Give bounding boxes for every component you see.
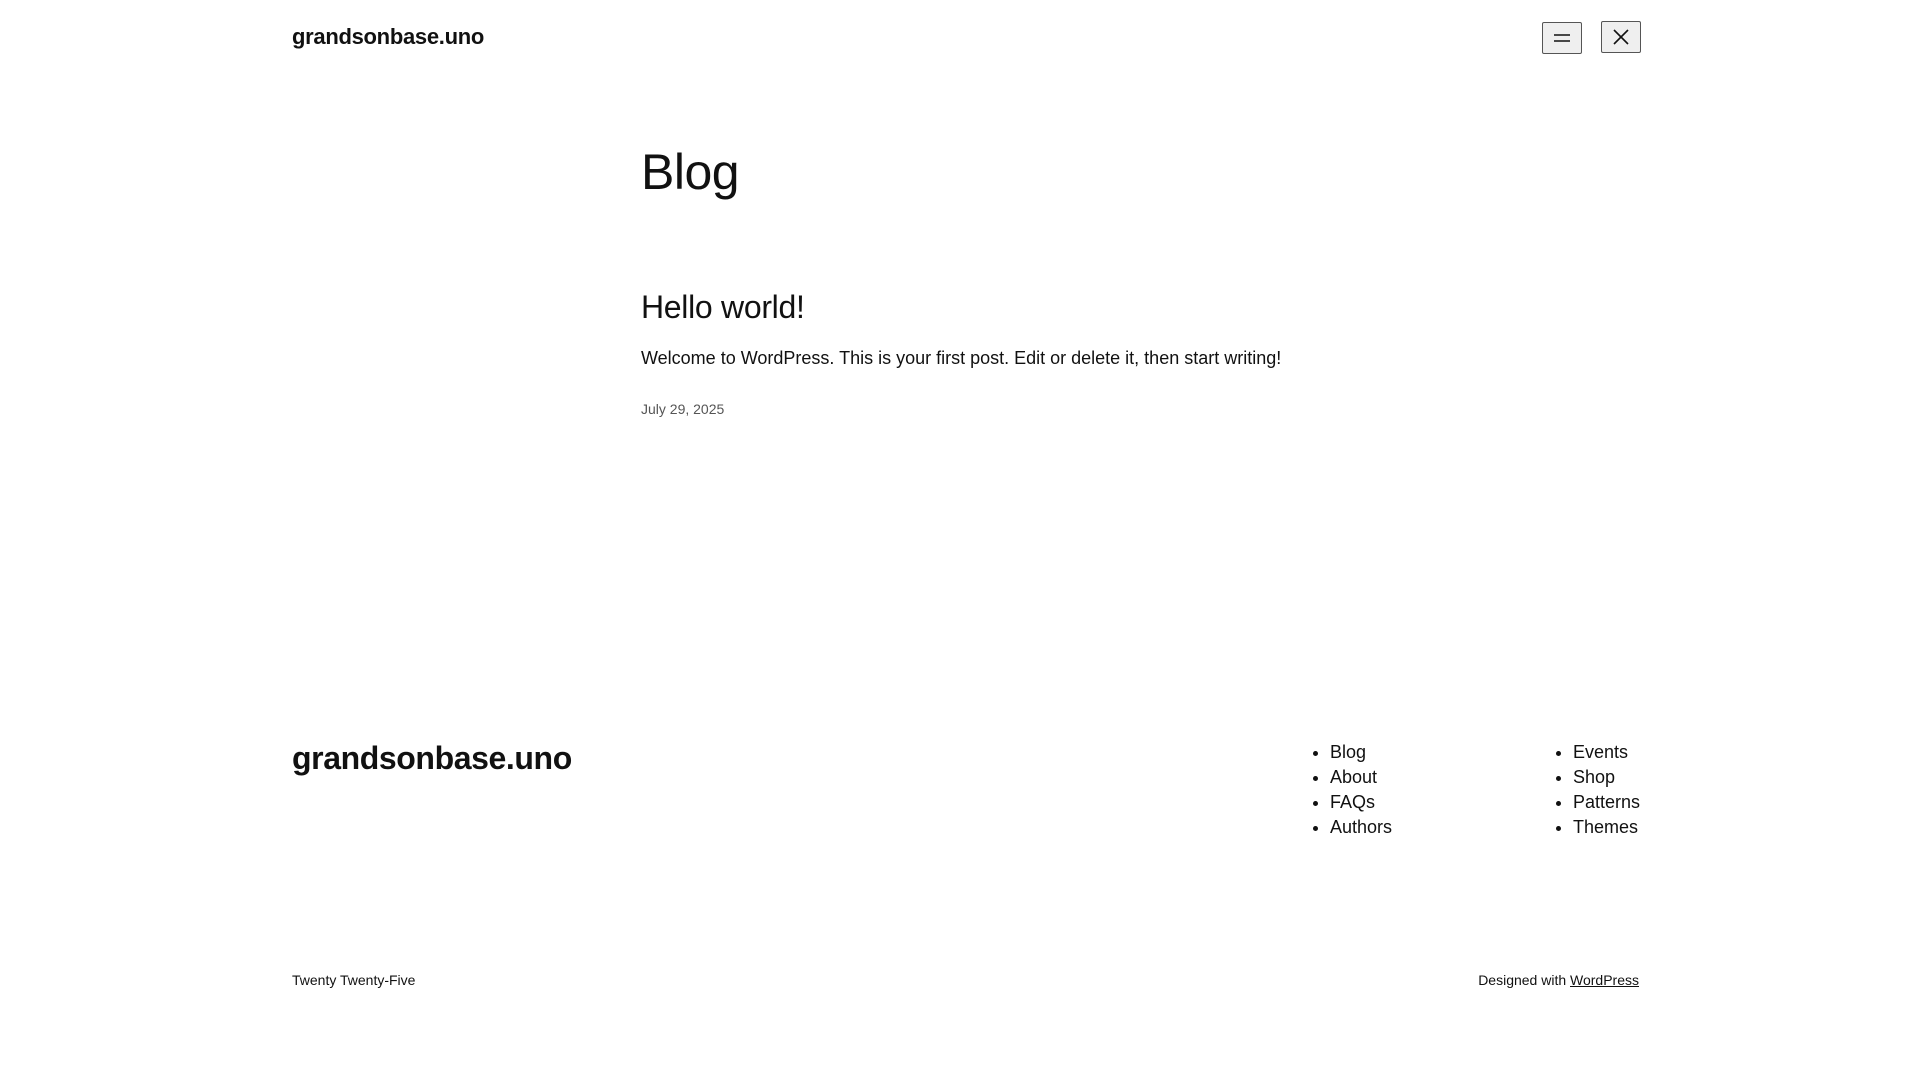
footer-nav-item: Authors xyxy=(1330,815,1392,840)
footer-nav-item: About xyxy=(1330,765,1392,790)
footer-link-shop[interactable]: Shop xyxy=(1573,767,1615,787)
footer-theme-name: Twenty Twenty-Five xyxy=(292,972,416,988)
footer-link-blog[interactable]: Blog xyxy=(1330,742,1366,762)
page: grandsonbase.uno Blog Hello world! Welco… xyxy=(0,0,1920,1080)
footer-link-authors[interactable]: Authors xyxy=(1330,817,1392,837)
footer-credit-prefix: Designed with xyxy=(1478,972,1567,988)
footer-link-events[interactable]: Events xyxy=(1573,742,1628,762)
close-menu-button[interactable] xyxy=(1601,21,1641,53)
footer-nav-item: Events xyxy=(1573,740,1640,765)
wordpress-link[interactable]: WordPress xyxy=(1570,972,1639,988)
footer-nav-primary: Blog About FAQs Authors xyxy=(1310,740,1392,840)
footer-credit: Designed with WordPress xyxy=(1478,971,1639,989)
footer-nav-item: Shop xyxy=(1573,765,1640,790)
header-site-title[interactable]: grandsonbase.uno xyxy=(292,23,484,51)
open-menu-button[interactable] xyxy=(1542,22,1582,54)
post-date[interactable]: July 29, 2025 xyxy=(641,400,724,418)
footer-link-about[interactable]: About xyxy=(1330,767,1377,787)
footer-nav-item: Patterns xyxy=(1573,790,1640,815)
post-excerpt: Welcome to WordPress. This is your first… xyxy=(641,348,1282,368)
footer-nav-item: Themes xyxy=(1573,815,1640,840)
close-icon xyxy=(1612,28,1630,46)
hamburger-icon xyxy=(1553,33,1571,43)
footer-link-faqs[interactable]: FAQs xyxy=(1330,792,1375,812)
footer-nav-secondary: Events Shop Patterns Themes xyxy=(1553,740,1640,840)
post-title-link[interactable]: Hello world! xyxy=(641,287,805,327)
page-title: Blog xyxy=(641,144,740,200)
footer-link-themes[interactable]: Themes xyxy=(1573,817,1638,837)
footer-link-patterns[interactable]: Patterns xyxy=(1573,792,1640,812)
footer-nav-item: Blog xyxy=(1330,740,1392,765)
footer-site-title[interactable]: grandsonbase.uno xyxy=(292,738,572,778)
footer-nav-item: FAQs xyxy=(1330,790,1392,815)
